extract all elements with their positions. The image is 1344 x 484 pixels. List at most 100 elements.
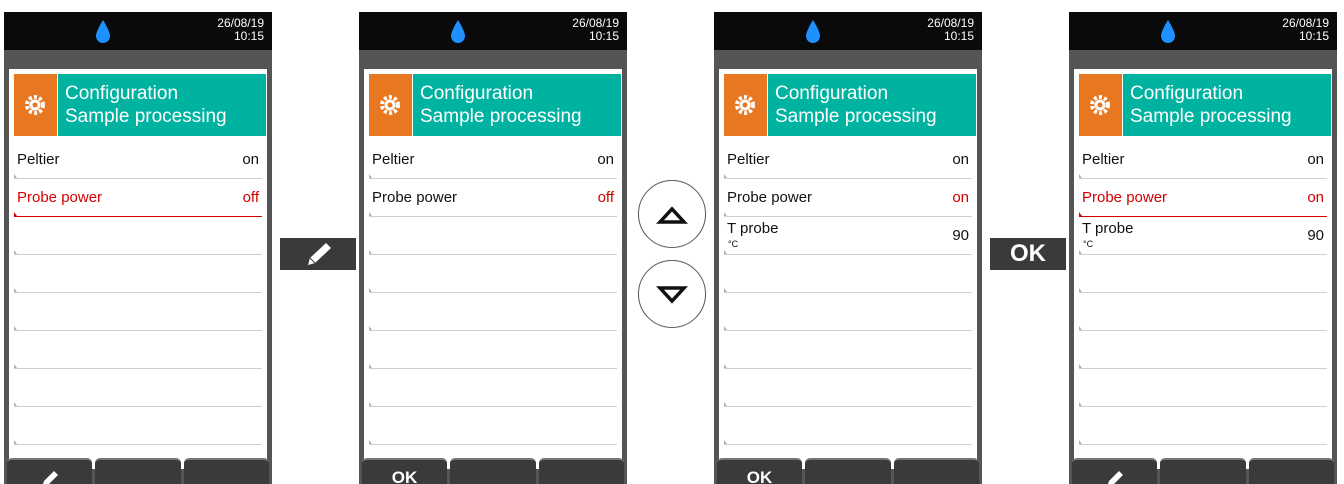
content-panel: Configuration Sample processing Peltier …	[9, 69, 267, 469]
pencil-icon	[308, 243, 331, 265]
empty-row	[369, 217, 617, 255]
date-time: 26/08/19 10:15	[927, 17, 974, 43]
ok-action-key[interactable]: OK	[990, 238, 1066, 270]
water-drop-icon	[451, 20, 465, 43]
edit-action-key[interactable]	[280, 238, 356, 270]
setting-row-t-probe[interactable]: T probe °C 90	[1079, 217, 1327, 255]
setting-row-probe-power[interactable]: Probe power off	[14, 179, 262, 217]
title-line-1: Configuration	[420, 83, 534, 104]
up-arrow-button[interactable]	[638, 180, 706, 248]
gear-icon	[380, 95, 400, 115]
softkey-ok[interactable]: OK	[362, 458, 447, 484]
row-value: off	[242, 189, 259, 206]
row-label: Peltier	[17, 151, 60, 168]
row-label: Probe power	[372, 189, 458, 206]
ok-label: OK	[1010, 240, 1046, 267]
water-drop-icon	[96, 20, 110, 43]
row-value-editing: on	[952, 189, 969, 206]
empty-row	[14, 293, 262, 331]
header-icon-box	[14, 74, 58, 136]
empty-row	[14, 331, 262, 369]
arrow-down-icon	[656, 286, 688, 304]
date-time: 26/08/19 10:15	[217, 17, 264, 43]
empty-row	[724, 293, 972, 331]
page-title: Configuration Sample processing	[413, 74, 621, 136]
title-line-1: Configuration	[775, 83, 889, 104]
row-label: T probe	[727, 220, 779, 237]
title-line-1: Configuration	[1130, 83, 1244, 104]
softkey-ok[interactable]: OK	[717, 458, 802, 484]
empty-row	[369, 331, 617, 369]
softkey-3[interactable]	[894, 458, 979, 484]
empty-row	[724, 407, 972, 445]
row-label: Peltier	[727, 151, 770, 168]
date-time: 26/08/19 10:15	[1282, 17, 1329, 43]
row-value: on	[952, 151, 969, 168]
softkey-2[interactable]	[805, 458, 891, 484]
softkey-1[interactable]	[7, 458, 92, 484]
setting-row-peltier[interactable]: Peltier on	[369, 141, 617, 179]
row-value: 90	[952, 227, 969, 244]
water-drop-icon	[1161, 20, 1175, 43]
title-line-2: Sample processing	[775, 106, 937, 127]
empty-row	[1079, 369, 1327, 407]
time: 10:15	[233, 29, 264, 43]
row-label: Probe power	[727, 189, 813, 206]
empty-row	[14, 217, 262, 255]
setting-row-probe-power[interactable]: Probe power off	[369, 179, 617, 217]
empty-row	[14, 369, 262, 407]
pencil-icon	[42, 471, 58, 484]
down-arrow-button[interactable]	[638, 260, 706, 328]
time: 10:15	[588, 29, 619, 43]
empty-row	[1079, 293, 1327, 331]
setting-row-probe-power[interactable]: Probe power on	[1079, 179, 1327, 217]
setting-row-probe-power[interactable]: Probe power on	[724, 179, 972, 217]
content-panel: Configuration Sample processing Peltier …	[364, 69, 622, 469]
softkey-bar	[1069, 458, 1337, 484]
status-bar: 26/08/19 10:15	[714, 12, 982, 50]
row-label: Peltier	[372, 151, 415, 168]
empty-row	[724, 369, 972, 407]
row-value: on	[1307, 189, 1324, 206]
softkey-2[interactable]	[95, 458, 181, 484]
content-panel: Configuration Sample processing Peltier …	[1074, 69, 1332, 469]
softkey-bar: OK	[359, 458, 627, 484]
softkey-3[interactable]	[1249, 458, 1334, 484]
softkey-1[interactable]	[1072, 458, 1157, 484]
empty-row	[724, 331, 972, 369]
page-title: Configuration Sample processing	[58, 74, 266, 136]
gear-icon	[1090, 95, 1110, 115]
empty-row	[1079, 407, 1327, 445]
empty-row	[14, 255, 262, 293]
pencil-icon	[1107, 471, 1123, 484]
row-label: Peltier	[1082, 151, 1125, 168]
page-title: Configuration Sample processing	[1123, 74, 1331, 136]
setting-row-peltier[interactable]: Peltier on	[14, 141, 262, 179]
water-drop-icon	[806, 20, 820, 43]
title-line-2: Sample processing	[1130, 106, 1292, 127]
empty-row	[14, 407, 262, 445]
softkey-bar	[4, 458, 272, 484]
header-icon-box	[369, 74, 413, 136]
row-unit: °C	[728, 239, 739, 249]
title-line-2: Sample processing	[420, 106, 582, 127]
softkey-3[interactable]	[539, 458, 624, 484]
header-icon-box	[724, 74, 768, 136]
setting-row-peltier[interactable]: Peltier on	[724, 141, 972, 179]
row-value-editing: off	[597, 189, 614, 206]
softkey-2[interactable]	[450, 458, 536, 484]
time: 10:15	[1298, 29, 1329, 43]
setting-row-peltier[interactable]: Peltier on	[1079, 141, 1327, 179]
title-line-1: Configuration	[65, 83, 179, 104]
header-icon-box	[1079, 74, 1123, 136]
device-screen-4: 26/08/19 10:15 Configuration Sample proc…	[1069, 12, 1337, 484]
softkey-2[interactable]	[1160, 458, 1246, 484]
status-bar: 26/08/19 10:15	[4, 12, 272, 50]
setting-row-t-probe[interactable]: T probe °C 90	[724, 217, 972, 255]
row-value: 90	[1307, 227, 1324, 244]
row-label: T probe	[1082, 220, 1134, 237]
row-value: on	[597, 151, 614, 168]
arrow-up-icon	[656, 206, 688, 224]
row-value: on	[242, 151, 259, 168]
softkey-3[interactable]	[184, 458, 269, 484]
